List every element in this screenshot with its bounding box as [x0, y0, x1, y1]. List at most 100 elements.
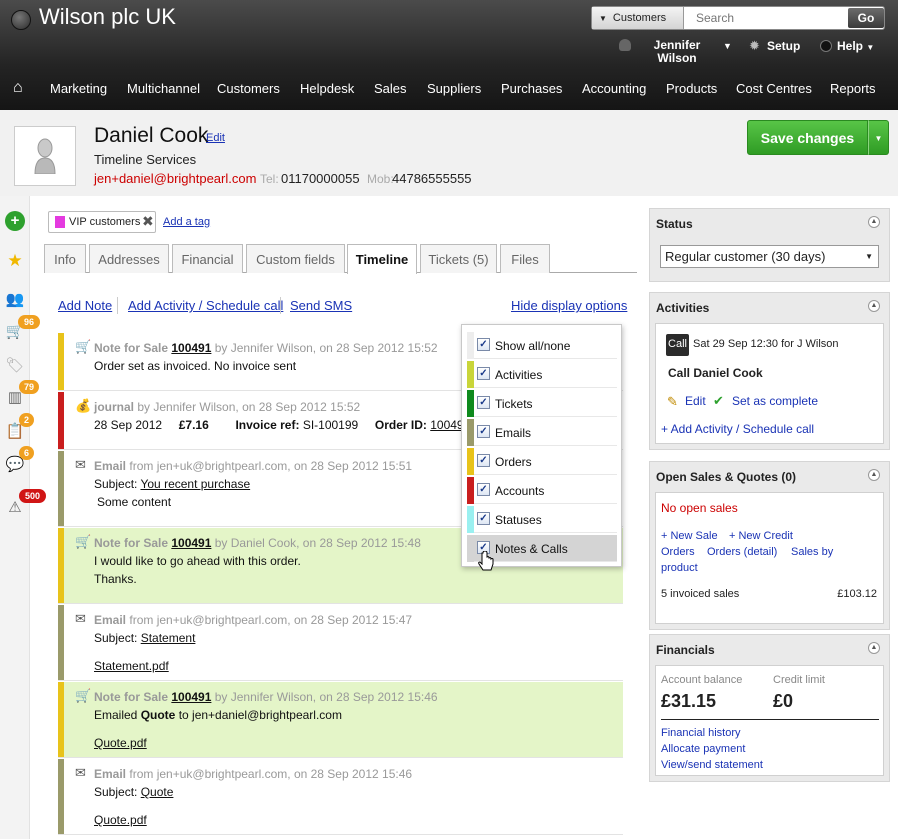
tag-chip[interactable]: VIP customers ✖ — [48, 211, 156, 233]
collapse-icon[interactable]: ▲ — [868, 216, 880, 228]
attachment-link[interactable]: Statement.pdf — [94, 659, 169, 673]
entry-body: Order set as invoiced. No invoice sent — [94, 359, 297, 373]
subject-link[interactable]: You recent purchase — [140, 477, 250, 491]
nav-accounting[interactable]: Accounting — [582, 81, 646, 96]
logo-icon[interactable] — [11, 10, 31, 30]
subject-link[interactable]: Quote — [141, 785, 174, 799]
panel-title: Status — [656, 217, 693, 231]
nav-products[interactable]: Products — [666, 81, 717, 96]
search-input[interactable] — [686, 8, 846, 28]
collapse-icon[interactable]: ▲ — [868, 642, 880, 654]
nav-customers[interactable]: Customers — [217, 81, 280, 96]
tab-addresses[interactable]: Addresses — [89, 244, 169, 273]
activity-edit-link[interactable]: Edit — [685, 394, 706, 408]
timeline-entry-note: 🛒 Note for Sale 100491 by Jennifer Wilso… — [58, 682, 623, 758]
sale-ref-link[interactable]: 100491 — [171, 341, 211, 355]
setup-link[interactable]: Setup — [767, 39, 800, 53]
add-icon[interactable]: + — [5, 211, 25, 231]
status-value: Regular customer (30 days) — [665, 249, 826, 264]
filter-statuses[interactable]: ✓ Statuses — [467, 506, 617, 533]
checkbox[interactable]: ✓ — [477, 367, 490, 380]
divider — [661, 719, 879, 720]
chevron-down-icon[interactable]: ▼ — [723, 41, 732, 51]
people-icon[interactable]: 👥 — [5, 290, 25, 310]
nav-sales[interactable]: Sales — [374, 81, 407, 96]
checkbox[interactable]: ✓ — [477, 454, 490, 467]
tag-icon[interactable]: 🏷 — [5, 356, 25, 376]
no-open-sales: No open sales — [661, 501, 738, 515]
view-statement-link[interactable]: View/send statement — [661, 759, 763, 771]
nav-reports[interactable]: Reports — [830, 81, 876, 96]
open-sales-panel: Open Sales & Quotes (0) ▲ No open sales … — [649, 461, 890, 630]
tab-tickets[interactable]: Tickets (5) — [420, 244, 497, 273]
checkbox[interactable]: ✓ — [477, 396, 490, 409]
filter-tickets[interactable]: ✓ Tickets — [467, 390, 617, 417]
orders-link[interactable]: Orders — [661, 546, 695, 558]
set-complete-link[interactable]: Set as complete — [732, 394, 818, 408]
checkbox[interactable]: ✓ — [477, 425, 490, 438]
orders-detail-link[interactable]: Orders (detail) — [707, 546, 777, 558]
edit-customer-link[interactable]: Edit — [206, 132, 225, 144]
help-menu[interactable]: Help ▼ — [837, 39, 874, 53]
checkbox[interactable]: ✓ — [477, 338, 490, 351]
add-activity-link[interactable]: Add Activity / Schedule call — [128, 298, 283, 313]
user-menu[interactable]: Jennifer Wilson — [648, 39, 706, 65]
order-id-label: Order ID: — [374, 418, 427, 432]
tab-info[interactable]: Info — [44, 244, 86, 273]
sales-by-product-link-2[interactable]: product — [661, 562, 698, 574]
attachment-link[interactable]: Quote.pdf — [94, 736, 147, 750]
save-options-dropdown[interactable]: ▼ — [868, 120, 889, 155]
nav-purchases[interactable]: Purchases — [501, 81, 562, 96]
financial-history-link[interactable]: Financial history — [661, 727, 740, 739]
nav-helpdesk[interactable]: Helpdesk — [300, 81, 354, 96]
sales-by-product-link[interactable]: Sales by — [791, 546, 833, 558]
filter-show-all[interactable]: ✓ Show all/none — [467, 332, 617, 359]
sale-ref-link[interactable]: 100491 — [171, 690, 211, 704]
status-select[interactable]: Regular customer (30 days) ▼ — [660, 245, 879, 268]
filter-swatch — [467, 419, 474, 446]
add-activity-link[interactable]: + Add Activity / Schedule call — [661, 422, 814, 436]
nav-suppliers[interactable]: Suppliers — [427, 81, 481, 96]
journal-date: 28 Sep 2012 — [94, 418, 163, 432]
tel-value: 01170000055 — [281, 171, 360, 186]
nav-marketing[interactable]: Marketing — [50, 81, 107, 96]
nav-cost-centres[interactable]: Cost Centres — [736, 81, 812, 96]
checkbox[interactable]: ✓ — [477, 512, 490, 525]
collapse-icon[interactable]: ▲ — [868, 469, 880, 481]
entry-meta: from jen+uk@brightpearl.com, on 28 Sep 2… — [129, 613, 413, 627]
new-credit-link[interactable]: + New Credit — [729, 530, 793, 542]
help-icon[interactable] — [820, 40, 832, 52]
star-icon[interactable]: ★ — [5, 251, 25, 271]
mob-label: Mob: — [367, 172, 394, 186]
search-scope-select[interactable]: ▼ Customers — [592, 7, 684, 29]
subject-link[interactable]: Statement — [141, 631, 196, 645]
send-sms-link[interactable]: Send SMS — [290, 298, 352, 313]
new-sale-link[interactable]: + New Sale — [661, 530, 718, 542]
checkbox[interactable]: ✓ — [477, 483, 490, 496]
close-icon[interactable]: ✖ — [142, 213, 154, 230]
allocate-payment-link[interactable]: Allocate payment — [661, 743, 745, 755]
entry-meta: by Jennifer Wilson, on 28 Sep 2012 15:52 — [214, 341, 438, 355]
filter-activities[interactable]: ✓ Activities — [467, 361, 617, 388]
gear-icon[interactable]: ✹ — [749, 38, 760, 54]
entry-header: journal by Jennifer Wilson, on 28 Sep 20… — [94, 400, 360, 414]
filter-orders[interactable]: ✓ Orders — [467, 448, 617, 475]
home-icon[interactable]: ⌂ — [13, 79, 23, 97]
hide-display-options-link[interactable]: Hide display options — [511, 298, 627, 313]
search-go-button[interactable]: Go — [848, 8, 884, 28]
filter-emails[interactable]: ✓ Emails — [467, 419, 617, 446]
save-changes-button[interactable]: Save changes — [747, 120, 868, 155]
nav-multichannel[interactable]: Multichannel — [127, 81, 200, 96]
tab-financial[interactable]: Financial — [172, 244, 243, 273]
mob-value: 44786555555 — [392, 171, 472, 186]
add-tag-link[interactable]: Add a tag — [163, 216, 210, 228]
sale-ref-link[interactable]: 100491 — [171, 536, 211, 550]
add-note-link[interactable]: Add Note — [58, 298, 112, 313]
customer-email[interactable]: jen+daniel@brightpearl.com — [94, 171, 256, 186]
filter-accounts[interactable]: ✓ Accounts — [467, 477, 617, 504]
tab-timeline[interactable]: Timeline — [347, 244, 417, 274]
attachment-link[interactable]: Quote.pdf — [94, 813, 147, 827]
tab-files[interactable]: Files — [500, 244, 550, 273]
tab-custom-fields[interactable]: Custom fields — [246, 244, 345, 273]
collapse-icon[interactable]: ▲ — [868, 300, 880, 312]
